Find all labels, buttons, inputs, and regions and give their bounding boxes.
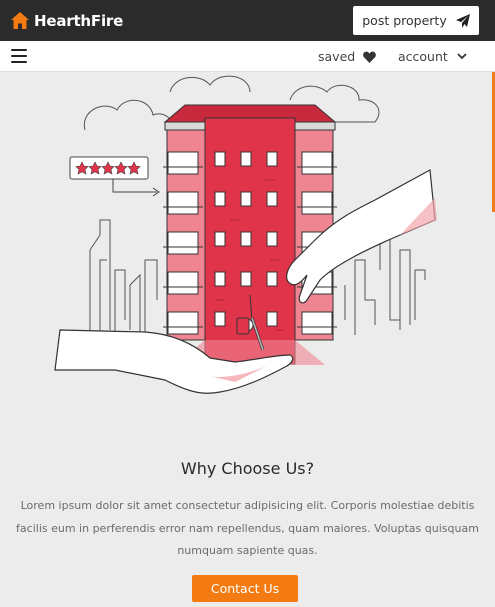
apartment-building-key-handover-illustration bbox=[54, 75, 437, 394]
chevron-down-icon bbox=[457, 53, 467, 60]
account-menu[interactable]: account bbox=[398, 49, 467, 64]
nav-bar: saved account bbox=[0, 41, 495, 72]
post-property-button[interactable]: post property bbox=[353, 6, 479, 35]
account-label: account bbox=[398, 49, 448, 64]
section-paragraph: Lorem ipsum dolor sit amet consectetur a… bbox=[16, 499, 479, 557]
brand-name: HearthFire bbox=[34, 11, 124, 30]
saved-label: saved bbox=[318, 49, 356, 64]
paper-plane-icon bbox=[455, 13, 470, 28]
saved-link[interactable]: saved bbox=[318, 49, 377, 64]
brand-logo[interactable]: HearthFire bbox=[11, 12, 123, 30]
section-heading: Why Choose Us? bbox=[180, 459, 315, 478]
home-icon bbox=[11, 12, 29, 29]
top-bar: HearthFire post property bbox=[0, 0, 495, 41]
contact-us-button[interactable]: Contact Us bbox=[192, 575, 298, 602]
heart-icon bbox=[363, 51, 377, 63]
hamburger-menu-icon[interactable] bbox=[11, 49, 27, 63]
rating-bubble bbox=[69, 156, 160, 197]
post-property-label: post property bbox=[362, 13, 447, 28]
